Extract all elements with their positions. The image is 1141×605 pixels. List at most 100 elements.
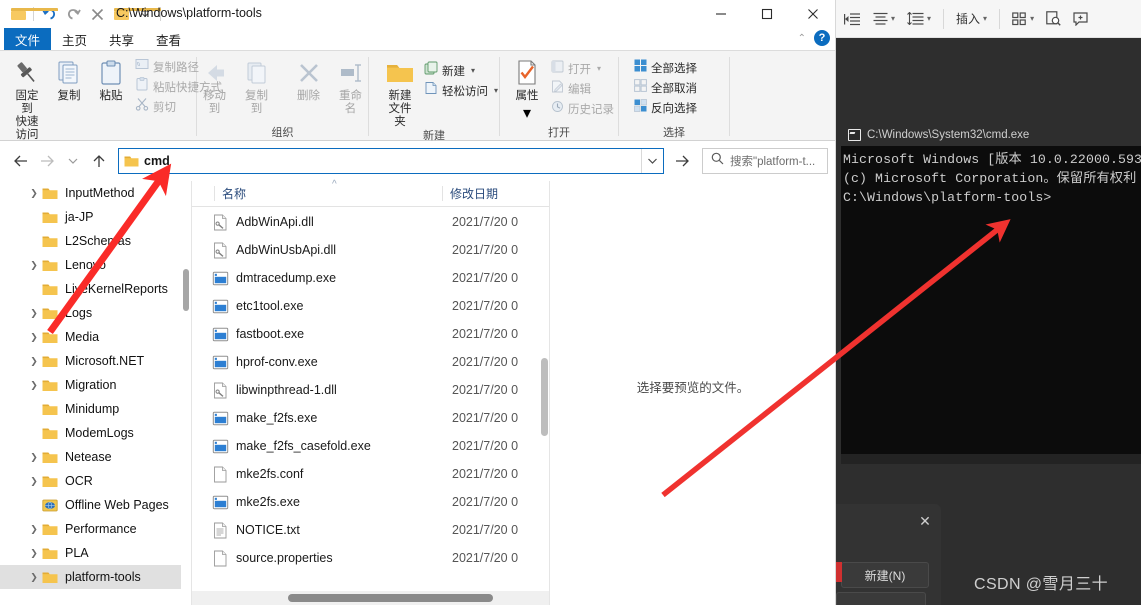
help-icon[interactable]: ? bbox=[814, 30, 830, 46]
nav-tree-item[interactable]: ❯ OCR bbox=[0, 469, 192, 493]
select-none-button[interactable]: 全部取消 bbox=[631, 78, 700, 97]
background-app-toolbar[interactable]: ▾ ▾ 插入 ▾ ▾ bbox=[833, 0, 1141, 38]
edit-button[interactable]: 编辑 bbox=[548, 79, 617, 98]
nav-tree-item[interactable]: LiveKernelReports bbox=[0, 277, 192, 301]
forward-button[interactable] bbox=[34, 148, 60, 174]
tab-file[interactable]: 文件 bbox=[4, 28, 51, 50]
chevron-right-icon[interactable]: ❯ bbox=[28, 308, 40, 319]
up-button[interactable] bbox=[86, 148, 112, 174]
open-button[interactable]: 打开 ▾ bbox=[548, 59, 617, 78]
tabs-right-controls[interactable]: ⌃ ? bbox=[798, 30, 830, 46]
copy-button[interactable]: 复制 bbox=[48, 55, 90, 103]
nav-tree-item[interactable]: ❯ Logs bbox=[0, 301, 192, 325]
close-button[interactable] bbox=[790, 0, 836, 28]
chevron-right-icon[interactable]: ❯ bbox=[28, 548, 40, 559]
nav-tree-item[interactable]: Offline Web Pages bbox=[0, 493, 192, 517]
address-input[interactable]: cmd bbox=[118, 148, 664, 174]
file-list-hscrollbar[interactable] bbox=[192, 591, 550, 605]
easy-access-caret-icon[interactable]: ▾ bbox=[494, 86, 498, 95]
file-list-row[interactable]: mke2fs.conf 2021/7/20 0 bbox=[192, 460, 550, 488]
minimize-button[interactable] bbox=[698, 0, 744, 28]
line-spacing-icon[interactable]: ▾ bbox=[902, 6, 936, 32]
insert-menu[interactable]: 插入 ▾ bbox=[951, 6, 992, 32]
window-controls[interactable] bbox=[698, 0, 836, 28]
open-caret-icon[interactable]: ▾ bbox=[597, 64, 601, 73]
file-list-pane[interactable]: 名称 ^ 修改日期 AdbWinApi.dll 2021/7/20 0 AdbWin… bbox=[192, 179, 550, 605]
line-spacing-caret-icon[interactable]: ▾ bbox=[927, 14, 931, 23]
nav-tree-item[interactable]: ❯ Netease bbox=[0, 445, 192, 469]
new-item-caret-icon[interactable]: ▾ bbox=[471, 66, 475, 75]
chevron-right-icon[interactable]: ❯ bbox=[28, 572, 40, 583]
file-list-hscrollbar-thumb[interactable] bbox=[288, 594, 493, 602]
align-icon[interactable]: ▾ bbox=[868, 6, 900, 32]
file-list-row[interactable]: AdbWinApi.dll 2021/7/20 0 bbox=[192, 208, 550, 236]
cmd-console-output[interactable]: Microsoft Windows [版本 10.0.22000.593] (c… bbox=[841, 146, 1141, 454]
recent-locations-button[interactable] bbox=[60, 148, 86, 174]
nav-tree-item[interactable]: ❯ Migration bbox=[0, 373, 192, 397]
file-list-row[interactable]: dmtracedump.exe 2021/7/20 0 bbox=[192, 264, 550, 292]
navigation-tree[interactable]: ❯ InputMethod ja-JP L2Schemas ❯ Lenovo LiveKer… bbox=[0, 181, 192, 589]
chevron-right-icon[interactable]: ❯ bbox=[28, 380, 40, 391]
nav-tree-item[interactable]: Minidump bbox=[0, 397, 192, 421]
chevron-right-icon[interactable]: ❯ bbox=[28, 452, 40, 463]
easy-access-button[interactable]: 轻松访问 ▾ bbox=[421, 81, 501, 100]
column-header-date[interactable]: 修改日期 bbox=[450, 185, 498, 202]
insert-caret-icon[interactable]: ▾ bbox=[983, 14, 987, 23]
nav-tree-item[interactable]: ❯ Media bbox=[0, 325, 192, 349]
navigation-pane[interactable]: ❯ InputMethod ja-JP L2Schemas ❯ Lenovo LiveKer… bbox=[0, 181, 192, 605]
chevron-right-icon[interactable]: ❯ bbox=[28, 356, 40, 367]
rename-button[interactable]: 重命名 bbox=[330, 55, 372, 116]
new-folder-button[interactable]: 新建 文件夹 bbox=[379, 55, 421, 129]
nav-scrollbar[interactable] bbox=[181, 181, 191, 605]
chevron-right-icon[interactable]: ❯ bbox=[28, 524, 40, 535]
close-icon[interactable]: ✕ bbox=[918, 514, 932, 528]
pin-to-quick-access-button[interactable]: 固定到 快速访问 bbox=[6, 55, 48, 142]
file-list-row[interactable]: fastboot.exe 2021/7/20 0 bbox=[192, 320, 550, 348]
dark-dialog[interactable]: ✕ 新建(N) bbox=[836, 504, 941, 605]
nav-tree-item[interactable]: ❯ InputMethod bbox=[0, 181, 192, 205]
cmd-title-bar[interactable]: C:\Windows\System32\cmd.exe bbox=[841, 124, 1141, 146]
invert-selection-button[interactable]: 反向选择 bbox=[631, 98, 700, 117]
chevron-right-icon[interactable]: ❯ bbox=[28, 332, 40, 343]
indent-icon[interactable] bbox=[839, 6, 866, 32]
align-caret-icon[interactable]: ▾ bbox=[891, 14, 895, 23]
nav-tree-item[interactable]: ❯ Microsoft.NET bbox=[0, 349, 192, 373]
file-list-row[interactable]: hprof-conv.exe 2021/7/20 0 bbox=[192, 348, 550, 376]
file-list-row[interactable]: make_f2fs.exe 2021/7/20 0 bbox=[192, 404, 550, 432]
chevron-right-icon[interactable]: ❯ bbox=[28, 188, 40, 199]
tab-view[interactable]: 查看 bbox=[145, 28, 192, 50]
comment-icon[interactable] bbox=[1068, 6, 1093, 32]
select-all-button[interactable]: 全部选择 bbox=[631, 58, 700, 77]
file-list-row[interactable]: AdbWinUsbApi.dll 2021/7/20 0 bbox=[192, 236, 550, 264]
nav-tree-item[interactable]: ja-JP bbox=[0, 205, 192, 229]
chevron-right-icon[interactable]: ❯ bbox=[28, 476, 40, 487]
undo-icon[interactable] bbox=[37, 4, 61, 24]
new-item-button[interactable]: 新建 ▾ bbox=[421, 61, 501, 80]
file-list-rows[interactable]: AdbWinApi.dll 2021/7/20 0 AdbWinUsbApi.dll… bbox=[192, 208, 550, 591]
tab-share[interactable]: 共享 bbox=[98, 28, 145, 50]
nav-scrollbar-thumb[interactable] bbox=[183, 269, 189, 311]
nav-tree-item[interactable]: ❯ Performance bbox=[0, 517, 192, 541]
file-list-row[interactable]: source.properties 2021/7/20 0 bbox=[192, 544, 550, 572]
dialog-secondary-button[interactable] bbox=[836, 592, 926, 605]
redo-icon[interactable] bbox=[61, 4, 85, 24]
delete-icon[interactable] bbox=[85, 4, 109, 24]
go-button[interactable] bbox=[668, 148, 696, 174]
file-list-row[interactable]: etc1tool.exe 2021/7/20 0 bbox=[192, 292, 550, 320]
file-list-header[interactable]: 名称 ^ 修改日期 bbox=[192, 179, 550, 207]
properties-caret-icon[interactable]: ▾ bbox=[523, 103, 531, 123]
tab-home[interactable]: 主页 bbox=[51, 28, 98, 50]
copy-to-button[interactable]: 复制到 bbox=[236, 55, 278, 116]
nav-tree-item[interactable]: ❯ Lenovo bbox=[0, 253, 192, 277]
find-icon[interactable] bbox=[1041, 6, 1066, 32]
file-list-row[interactable]: NOTICE.txt 2021/7/20 0 bbox=[192, 516, 550, 544]
column-header-name[interactable]: 名称 bbox=[222, 185, 246, 202]
history-button[interactable]: 历史记录 bbox=[548, 99, 617, 118]
cmd-window[interactable]: C:\Windows\System32\cmd.exe Microsoft Wi… bbox=[841, 124, 1141, 454]
nav-tree-item[interactable]: ❯ PLA bbox=[0, 541, 192, 565]
nav-tree-item[interactable]: ModemLogs bbox=[0, 421, 192, 445]
ribbon-tabs[interactable]: 文件 主页 共享 查看 ⌃ ? bbox=[0, 28, 836, 50]
folder-icon[interactable] bbox=[6, 4, 58, 24]
layout-grid-caret-icon[interactable]: ▾ bbox=[1030, 14, 1034, 23]
paste-button[interactable]: 粘贴 bbox=[90, 55, 132, 103]
